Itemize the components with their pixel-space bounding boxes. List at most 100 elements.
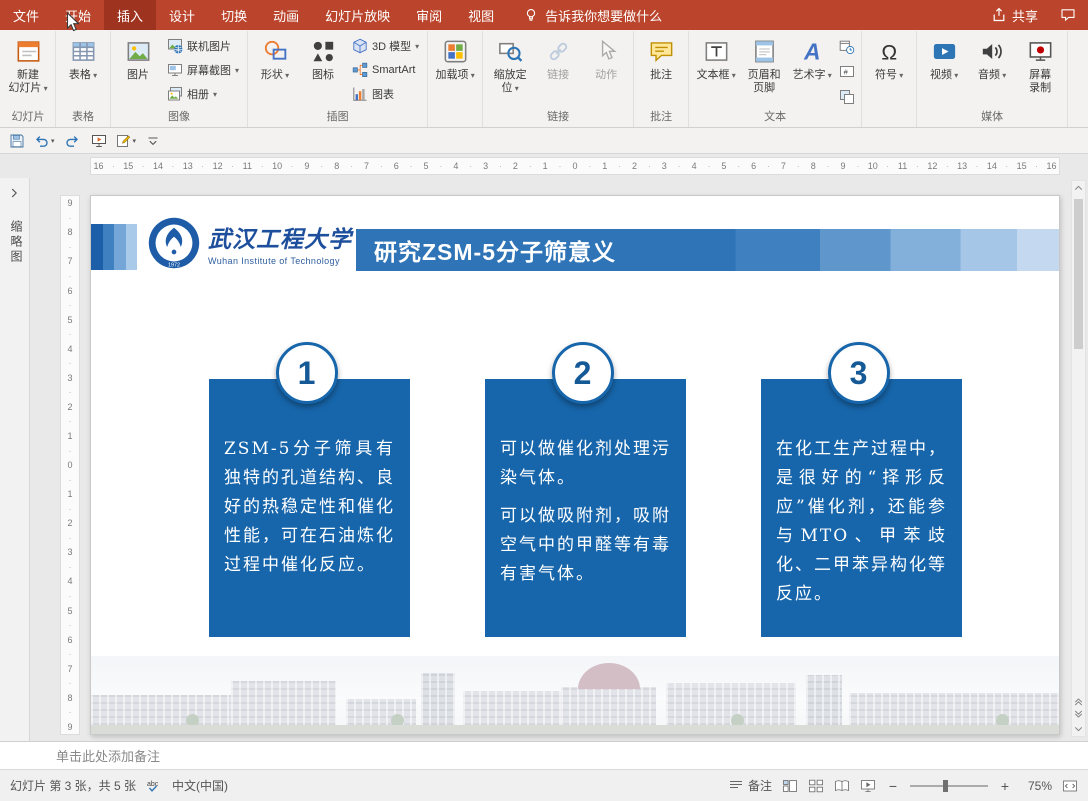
wordart-button[interactable]: A 艺术字 ▾ bbox=[788, 33, 836, 107]
content-box-2[interactable]: 可以做催化剂处理污染气体。 可以做吸附剂，吸附空气中的甲醛等有毒有害气体。 bbox=[485, 379, 686, 637]
symbol-omega-button[interactable]: Ω 符号 ▾ bbox=[865, 33, 913, 107]
number-circle-1[interactable]: 1 bbox=[275, 342, 338, 404]
link-button[interactable]: 链接 bbox=[534, 33, 582, 107]
share-button[interactable]: 共享 bbox=[981, 0, 1048, 30]
notes-toggle-button[interactable]: 备注 bbox=[728, 777, 772, 794]
tell-me-label: 告诉我你想要做什么 bbox=[545, 8, 663, 24]
slide-sorter-view-button[interactable] bbox=[808, 778, 824, 794]
previous-slide-button[interactable] bbox=[1072, 694, 1085, 708]
zoom-link-button[interactable]: 缩放定 位 ▾ bbox=[486, 33, 534, 107]
add-ins-button[interactable]: 加载项 ▾ bbox=[431, 33, 479, 107]
ribbon-group-label: 链接 bbox=[547, 111, 570, 123]
slide-columns: ZSM-5分子筛具有独特的孔道结构、良好的热稳定性和催化性能，可在石油炼化过程中… bbox=[91, 196, 1059, 734]
scroll-down-button[interactable] bbox=[1072, 722, 1085, 736]
header-footer-button[interactable]: 页眉和 页脚 bbox=[740, 33, 788, 107]
date-time-icon bbox=[839, 39, 855, 55]
language-indicator[interactable]: 中文(中国) bbox=[172, 777, 228, 794]
zoom-percentage[interactable]: 75% bbox=[1022, 779, 1052, 793]
audio-button[interactable]: 音频 ▾ bbox=[968, 33, 1016, 107]
table-button[interactable]: 表格 ▾ bbox=[59, 33, 107, 107]
thumbnail-pane-collapsed[interactable]: 缩略图 bbox=[0, 178, 30, 741]
ribbon-group-slides: 新建 幻灯片 ▾ 幻灯片 bbox=[1, 31, 56, 127]
online-pictures-button[interactable]: 联机图片 bbox=[162, 34, 244, 58]
scroll-up-button[interactable] bbox=[1072, 181, 1085, 195]
shapes-button[interactable]: 形状 ▾ bbox=[251, 33, 299, 107]
tab-slide-show[interactable]: 幻灯片放映 bbox=[312, 0, 403, 30]
zoom-in-button[interactable]: + bbox=[998, 778, 1012, 794]
reading-view-button[interactable] bbox=[834, 778, 850, 794]
icons-label: 图标 bbox=[312, 69, 335, 81]
date-time-button[interactable] bbox=[836, 36, 858, 58]
action-button[interactable]: 动作 bbox=[582, 33, 630, 107]
notes-pane[interactable]: 单击此处添加备注 bbox=[0, 741, 1088, 769]
tell-me-box[interactable]: 告诉我你想要做什么 bbox=[507, 0, 678, 30]
slideshow-view-button[interactable] bbox=[860, 778, 876, 794]
tab-file[interactable]: 文件 bbox=[0, 0, 52, 30]
video-button[interactable]: 视频 ▾ bbox=[920, 33, 968, 107]
link-label: 链接 bbox=[547, 69, 570, 81]
next-slide-button[interactable] bbox=[1072, 708, 1085, 722]
zoom-slider-thumb[interactable] bbox=[942, 779, 948, 792]
customize-qat-button[interactable] bbox=[141, 130, 165, 152]
vertical-scrollbar[interactable] bbox=[1071, 180, 1086, 737]
scrollbar-thumb[interactable] bbox=[1074, 199, 1083, 349]
horizontal-ruler[interactable]: 16 · 15 · 14 · 13 · 12 · 11 · 10 · 9 · 8 · 7 · 6 · 5 · 4 · 3 · 2 · 1 · 0… bbox=[90, 157, 1060, 175]
action-label: 动作 bbox=[595, 69, 618, 81]
picture-button[interactable]: 图片 bbox=[114, 33, 162, 107]
save-button[interactable] bbox=[5, 130, 29, 152]
start-slideshow-button[interactable] bbox=[87, 130, 111, 152]
header-footer-icon bbox=[752, 39, 777, 64]
fit-to-window-button[interactable] bbox=[1062, 778, 1078, 794]
wordart-label: 艺术字 ▾ bbox=[792, 69, 832, 81]
content-box-1[interactable]: ZSM-5分子筛具有独特的孔道结构、良好的热稳定性和催化性能，可在石油炼化过程中… bbox=[209, 379, 410, 637]
undo-button[interactable]: ▾ bbox=[32, 130, 57, 152]
expand-thumbnails-icon[interactable] bbox=[7, 186, 21, 200]
lightbulb-icon bbox=[523, 7, 539, 23]
draw-button[interactable]: ▾ bbox=[114, 130, 139, 152]
tab-animations[interactable]: 动画 bbox=[260, 0, 312, 30]
text-box-button[interactable]: 文本框 ▾ bbox=[692, 33, 740, 107]
slide-canvas[interactable]: 1972 武汉工程大学 Wuhan Institute of Technolog… bbox=[90, 195, 1060, 735]
screen-record-button[interactable]: 屏幕 录制 bbox=[1016, 33, 1064, 107]
3d-model-button[interactable]: 3D 模型 ▾ bbox=[347, 34, 424, 58]
ribbon-group-label bbox=[865, 109, 913, 127]
new-slide-button[interactable]: 新建 幻灯片 ▾ bbox=[4, 33, 52, 107]
tab-design[interactable]: 设计 bbox=[156, 0, 208, 30]
object-button[interactable] bbox=[836, 86, 858, 108]
vertical-ruler[interactable]: 9 · 8 · 7 · 6 · 5 · 4 · 3 · 2 · 1 · 0 · 1 · 2 · 3 · 4 · 5 · 6 · 7 · 8 · 9 bbox=[60, 195, 80, 735]
ribbon-tab-bar: 文件 开始 插入 设计 切换 动画 幻灯片放映 审阅 视图 告诉我你想要做什么 共享 bbox=[0, 0, 1088, 30]
content-box-3[interactable]: 在化工生产过程中，是很好的“择形反应”催化剂，还能参与MTO、甲苯歧化、二甲苯异… bbox=[761, 379, 962, 637]
redo-icon bbox=[64, 133, 80, 149]
new-slide-icon bbox=[16, 39, 41, 64]
zoom-slider[interactable] bbox=[910, 779, 988, 792]
comment-button[interactable]: 批注 bbox=[637, 33, 685, 107]
content-box-text: 可以做催化剂处理污染气体。 可以做吸附剂，吸附空气中的甲醛等有毒有害气体。 bbox=[500, 439, 671, 584]
tab-view[interactable]: 视图 bbox=[455, 0, 507, 30]
present-icon bbox=[91, 133, 107, 149]
status-bar: 幻灯片 第 3 张，共 5 张 abc 中文(中国) 备注 − + 75% bbox=[0, 769, 1088, 801]
tab-insert[interactable]: 插入 bbox=[104, 0, 157, 30]
number-circle-3[interactable]: 3 bbox=[827, 342, 890, 404]
redo-button[interactable] bbox=[60, 130, 84, 152]
tab-review[interactable]: 审阅 bbox=[403, 0, 455, 30]
normal-view-button[interactable] bbox=[782, 778, 798, 794]
comments-button[interactable] bbox=[1048, 0, 1088, 30]
tab-transitions[interactable]: 切换 bbox=[208, 0, 260, 30]
picture-label: 图片 bbox=[127, 69, 149, 81]
chart-button[interactable]: 图表 bbox=[347, 82, 424, 106]
slide-number-button[interactable]: # bbox=[836, 61, 858, 83]
screenshot-icon bbox=[167, 62, 183, 78]
number-circle-2[interactable]: 2 bbox=[551, 342, 614, 404]
save-icon bbox=[9, 133, 25, 149]
screenshot-button[interactable]: 屏幕截图 ▾ bbox=[162, 58, 244, 82]
draw-icon bbox=[116, 133, 132, 149]
photo-album-button[interactable]: 相册 ▾ bbox=[162, 82, 244, 106]
spellcheck-icon[interactable]: abc bbox=[146, 778, 162, 794]
svg-text:abc: abc bbox=[147, 781, 159, 788]
icons-button[interactable]: 图标 bbox=[299, 33, 347, 107]
zoom-out-button[interactable]: − bbox=[886, 778, 900, 794]
ribbon-group-symbols: Ω 符号 ▾ bbox=[862, 31, 918, 127]
smartart-button[interactable]: SmartArt bbox=[347, 58, 424, 82]
photo-album-icon bbox=[167, 86, 183, 102]
share-icon bbox=[991, 7, 1007, 23]
